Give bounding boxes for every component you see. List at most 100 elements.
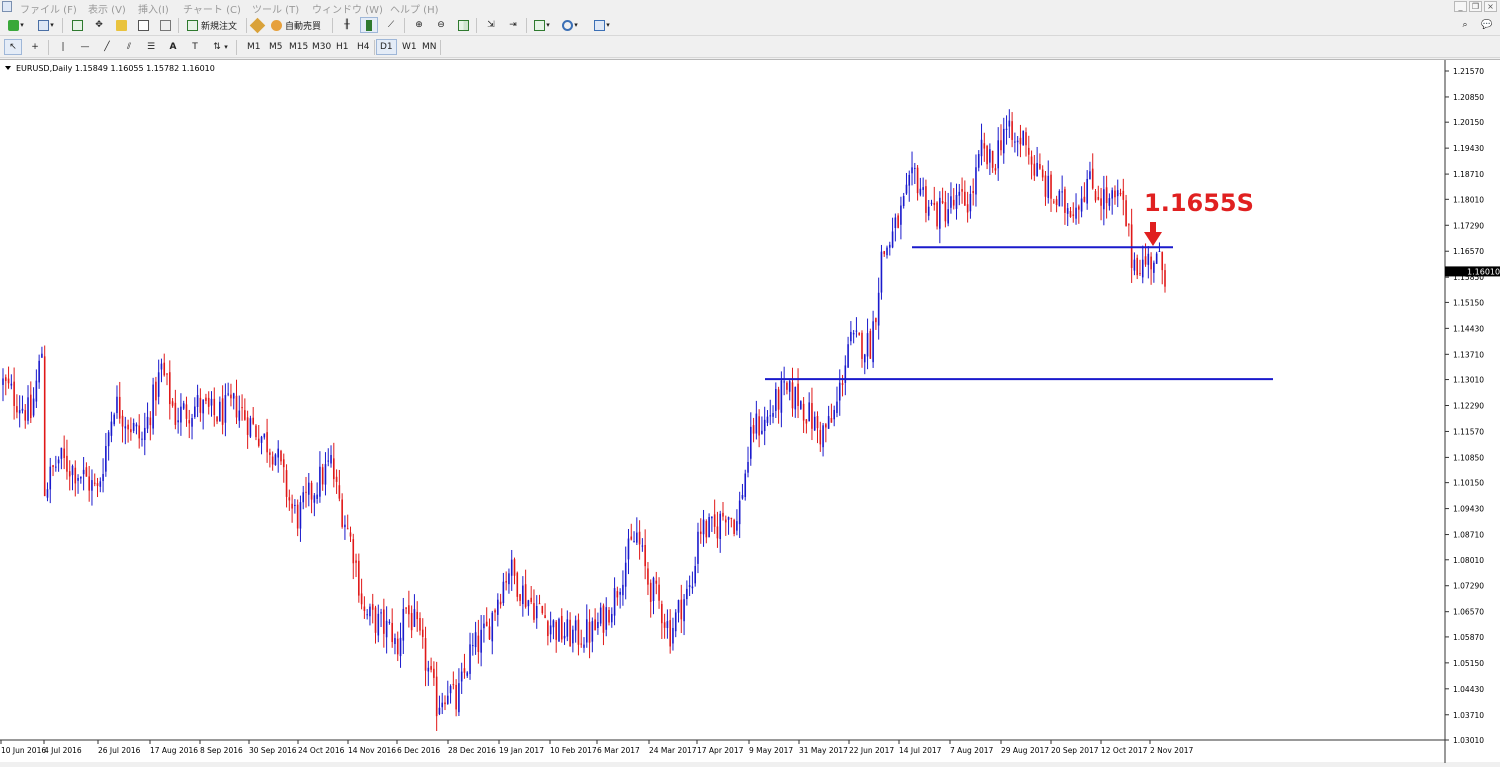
menu-insert[interactable]: 挿入(I) <box>138 1 169 16</box>
auto-trading-button[interactable]: 自動売買 <box>268 17 324 33</box>
candle-body <box>235 395 238 418</box>
candle-body <box>699 531 702 534</box>
close-icon[interactable]: × <box>1484 1 1497 12</box>
candle-body <box>207 397 210 407</box>
timeframe-w1[interactable]: W1 <box>399 39 420 55</box>
candle-body <box>989 149 991 163</box>
candle-body <box>1022 130 1025 146</box>
candle-body <box>1030 156 1033 165</box>
time-tick-label: 8 Sep 2016 <box>200 746 243 755</box>
candle-body <box>405 607 407 609</box>
timeframe-h4[interactable]: H4 <box>354 39 373 55</box>
chevron-down-icon[interactable]: ▾ <box>544 17 552 33</box>
menu-window[interactable]: ウィンドウ (W) <box>312 1 383 16</box>
candle-body <box>230 394 232 399</box>
timeframe-m30[interactable]: M30 <box>309 39 334 55</box>
bar-chart-icon[interactable]: ╫ <box>338 17 356 33</box>
candle-body <box>135 424 138 427</box>
menu-view[interactable]: 表示 (V) <box>88 1 126 16</box>
candle-body <box>107 432 110 447</box>
search-icon[interactable]: ⌕ <box>1456 17 1474 33</box>
candle-body <box>877 292 880 326</box>
menu-file[interactable]: ファイル (F) <box>20 1 77 16</box>
candle-body <box>900 205 902 225</box>
menu-help[interactable]: ヘルプ (H) <box>390 1 439 16</box>
candle-body <box>908 174 911 186</box>
annotation-label: 1.1655S <box>1144 189 1254 217</box>
minimize-icon[interactable]: _ <box>1454 1 1467 12</box>
candle-body <box>1158 250 1161 252</box>
candle-body <box>1025 132 1027 146</box>
chat-icon[interactable]: 💬 <box>1478 17 1496 33</box>
chevron-down-icon[interactable]: ▾ <box>604 17 612 33</box>
candle-body <box>994 168 997 171</box>
channel-icon[interactable]: ⫽ <box>120 39 138 55</box>
candle-body <box>1016 140 1019 143</box>
fibonacci-icon[interactable]: ☰ <box>142 39 160 55</box>
zoom-in-icon[interactable]: ⊕ <box>410 17 428 33</box>
candle-body <box>316 494 318 499</box>
trendline-icon[interactable]: ╱ <box>98 39 116 55</box>
candle-body <box>1100 198 1102 206</box>
menu-tools[interactable]: ツール (T) <box>252 1 299 16</box>
timeframe-d1[interactable]: D1 <box>376 39 397 55</box>
candle-body <box>1005 128 1008 130</box>
chevron-down-icon[interactable]: ▾ <box>48 17 56 33</box>
candle-body <box>855 330 858 332</box>
auto-scroll-icon[interactable]: ⇲ <box>482 17 500 33</box>
menu-chart[interactable]: チャート (C) <box>183 1 241 16</box>
candle-body <box>747 461 749 473</box>
candlestick-icon[interactable] <box>360 17 378 33</box>
candle-body <box>1066 208 1069 214</box>
chevron-down-icon[interactable]: ▾ <box>222 39 230 55</box>
chevron-down-icon[interactable]: ▾ <box>18 17 26 33</box>
meta-editor-icon[interactable] <box>248 17 266 33</box>
vertical-line-icon[interactable]: | <box>54 39 72 55</box>
candle-body <box>677 600 680 613</box>
navigator-icon[interactable] <box>112 17 130 33</box>
strategy-tester-icon[interactable] <box>156 17 174 33</box>
candle-body <box>43 356 46 497</box>
candle-body <box>669 620 671 647</box>
price-tick-label: 1.07290 <box>1453 582 1484 591</box>
timeframe-m5[interactable]: M5 <box>266 39 286 55</box>
chart-shift-icon[interactable]: ⇥ <box>504 17 522 33</box>
candle-body <box>1122 190 1125 200</box>
timeframe-m15[interactable]: M15 <box>286 39 311 55</box>
zoom-out-icon[interactable]: ⊖ <box>432 17 450 33</box>
line-chart-icon[interactable]: ⟋ <box>382 17 400 33</box>
price-chart[interactable]: 1.21570 1.20850 1.20150 1.19430 1.18710 1.180… <box>0 60 1500 763</box>
time-tick-label: 24 Mar 2017 <box>649 746 697 755</box>
text-icon[interactable]: A <box>164 39 182 55</box>
market-watch-icon[interactable] <box>68 17 86 33</box>
candle-body <box>558 618 560 642</box>
cursor-icon[interactable]: ↖ <box>4 39 22 55</box>
candle-body <box>68 471 71 477</box>
candle-body <box>694 565 696 584</box>
price-axis: 1.21570 1.20850 1.20150 1.19430 1.18710 1.180… <box>1445 67 1484 745</box>
tile-windows-icon[interactable] <box>454 17 472 33</box>
chart-window[interactable]: 1.21570 1.20850 1.20150 1.19430 1.18710 1.180… <box>0 59 1500 763</box>
horizontal-line-icon[interactable]: — <box>76 39 94 55</box>
new-order-button[interactable]: 新規注文 <box>184 17 240 33</box>
candle-body <box>1108 198 1111 206</box>
restore-icon[interactable]: ❐ <box>1469 1 1482 12</box>
terminal-icon[interactable] <box>134 17 152 33</box>
candle-body <box>435 676 438 717</box>
candle-body <box>449 686 452 694</box>
data-window-icon[interactable]: ✥ <box>90 17 108 33</box>
chevron-down-icon[interactable]: ▾ <box>572 17 580 33</box>
crosshair-icon[interactable]: + <box>26 39 44 55</box>
candle-body <box>602 605 605 633</box>
candle-body <box>955 195 958 209</box>
text-label-icon[interactable]: T <box>186 39 204 55</box>
time-tick-label: 10 Jun 2016 <box>1 746 46 755</box>
timeframe-h1[interactable]: H1 <box>333 39 352 55</box>
timeframe-mn[interactable]: MN <box>419 39 440 55</box>
candle-body <box>27 397 29 421</box>
candle-body <box>263 433 266 438</box>
timeframe-m1[interactable]: M1 <box>244 39 264 55</box>
candle-body <box>444 702 446 705</box>
candle-body <box>1150 256 1152 270</box>
candle-body <box>702 519 705 535</box>
